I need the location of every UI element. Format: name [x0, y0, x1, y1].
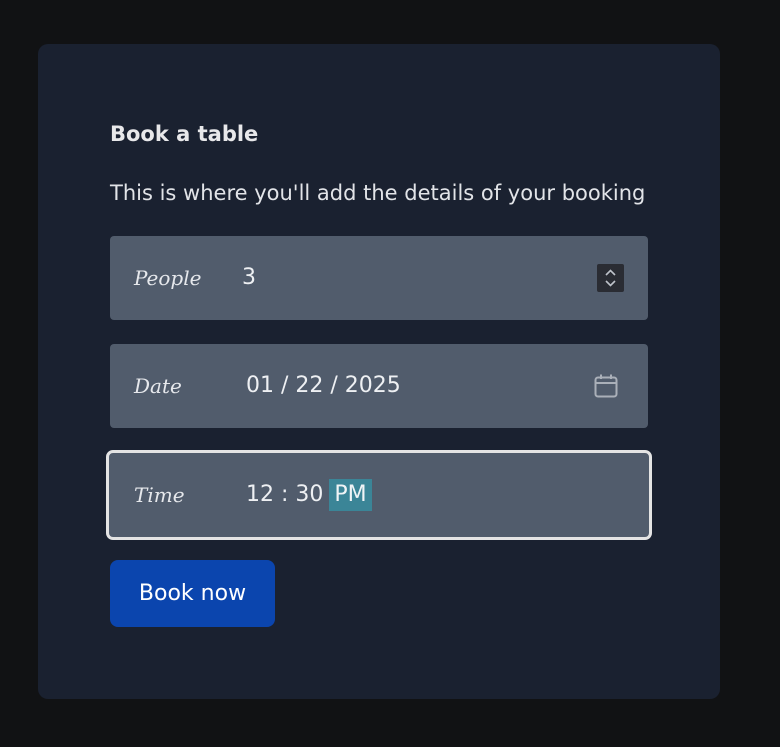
book-now-button[interactable]: Book now — [110, 560, 275, 627]
people-field[interactable]: People 3 — [110, 236, 648, 320]
date-input[interactable]: 01 / 22 / 2025 — [246, 344, 401, 428]
people-label: People — [134, 266, 202, 290]
time-value[interactable]: 12 : 30 — [246, 482, 323, 507]
time-label: Time — [134, 483, 185, 507]
ampm-segment[interactable]: PM — [329, 479, 372, 511]
form-subtitle: This is where you'll add the details of … — [110, 181, 646, 205]
booking-card: Book a table This is where you'll add th… — [38, 44, 720, 699]
time-field[interactable]: Time 12 : 30 PM — [106, 450, 652, 540]
form-title: Book a table — [110, 122, 259, 146]
people-input[interactable]: 3 — [242, 236, 256, 320]
calendar-icon[interactable] — [593, 373, 619, 403]
date-field[interactable]: Date 01 / 22 / 2025 — [110, 344, 648, 428]
spinner-icon[interactable] — [597, 264, 624, 292]
date-label: Date — [134, 374, 182, 398]
time-input[interactable]: 12 : 30 PM — [246, 453, 372, 537]
